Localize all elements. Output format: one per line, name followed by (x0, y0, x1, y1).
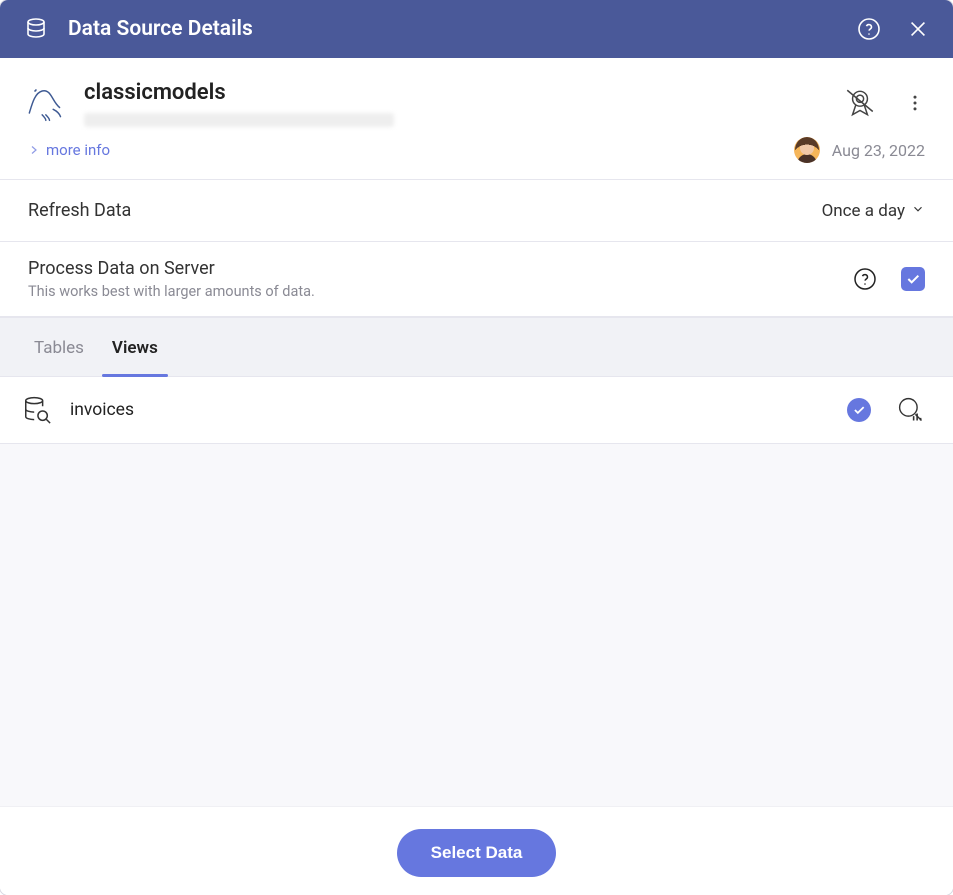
tab-views[interactable]: Views (98, 318, 172, 376)
process-on-server-label: Process Data on Server (28, 258, 315, 279)
author-avatar[interactable] (794, 137, 820, 163)
view-selected-check-icon[interactable] (847, 398, 871, 422)
refresh-data-row: Refresh Data Once a day (0, 180, 953, 242)
last-modified-date: Aug 23, 2022 (832, 141, 925, 160)
refresh-data-label: Refresh Data (28, 200, 131, 221)
source-name: classicmodels (84, 80, 394, 105)
refresh-frequency-value: Once a day (822, 201, 905, 221)
database-icon (24, 17, 48, 41)
modal-header: Data Source Details (0, 0, 953, 58)
source-header-row: classicmodels (0, 58, 953, 137)
help-icon[interactable] (857, 17, 881, 41)
preview-chart-icon[interactable] (897, 396, 925, 424)
more-info-link[interactable]: more info (28, 141, 110, 159)
view-name: invoices (70, 400, 134, 420)
database-search-icon (22, 395, 52, 425)
close-icon[interactable] (907, 18, 929, 40)
more-info-label: more info (46, 141, 110, 159)
tabs-bar: Tables Views (0, 317, 953, 377)
more-menu-icon[interactable] (905, 93, 925, 113)
info-row: more info Aug 23, 2022 (0, 137, 953, 180)
mysql-logo-icon (22, 80, 66, 124)
chevron-down-icon (911, 201, 925, 221)
views-empty-area (0, 444, 953, 806)
process-on-server-sub: This works best with larger amounts of d… (28, 283, 315, 300)
award-off-icon[interactable] (843, 86, 877, 120)
modal-title: Data Source Details (68, 17, 837, 41)
select-data-button[interactable]: Select Data (397, 829, 557, 877)
tab-tables[interactable]: Tables (20, 318, 98, 376)
data-source-details-modal: Data Source Details (0, 0, 953, 895)
process-on-server-row: Process Data on Server This works best w… (0, 242, 953, 317)
help-icon[interactable] (853, 267, 877, 291)
modal-footer: Select Data (0, 806, 953, 895)
source-title-block: classicmodels (84, 80, 394, 127)
view-row[interactable]: invoices (0, 377, 953, 444)
refresh-frequency-dropdown[interactable]: Once a day (822, 201, 925, 221)
process-on-server-checkbox[interactable] (901, 267, 925, 291)
source-connection-string-redacted (84, 113, 394, 127)
